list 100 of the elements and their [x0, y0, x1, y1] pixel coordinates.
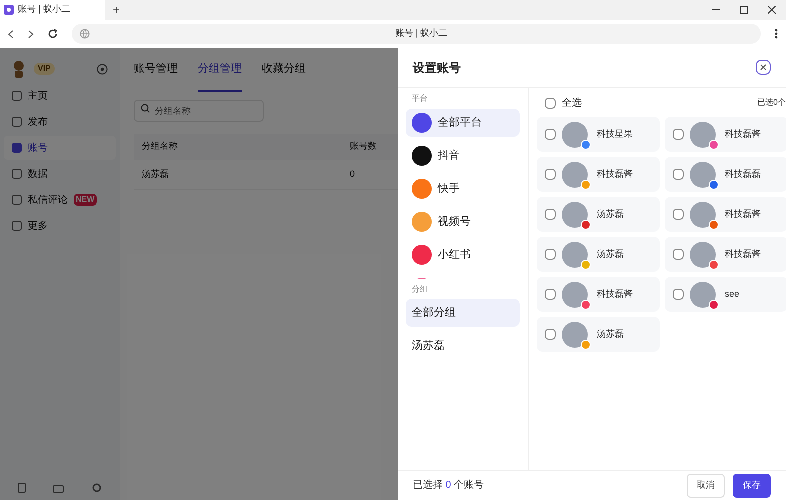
platform-logo-icon: [412, 146, 432, 166]
nav-item[interactable]: 私信评论 NEW: [4, 188, 116, 212]
checkbox[interactable]: [673, 209, 684, 220]
checkbox[interactable]: [545, 249, 556, 260]
nav-icon: [12, 221, 22, 231]
section-label: 平台: [411, 93, 429, 105]
checkbox[interactable]: [673, 249, 684, 260]
forward-icon[interactable]: [28, 30, 34, 38]
platform-item[interactable]: 小红书: [406, 241, 520, 269]
account-card[interactable]: see: [665, 277, 786, 312]
platform-item[interactable]: 抖音: [406, 142, 520, 170]
account-card[interactable]: 科技磊磊: [665, 157, 786, 192]
cancel-button[interactable]: 取消: [687, 474, 725, 498]
checkbox[interactable]: [545, 289, 556, 300]
group-item[interactable]: 汤苏磊: [406, 332, 520, 360]
avatar-icon[interactable]: [12, 60, 26, 78]
account-card[interactable]: 科技磊酱: [665, 117, 786, 152]
search-icon: [141, 104, 150, 113]
section-label: 分组: [411, 284, 429, 296]
account-name: 科技磊酱: [725, 208, 761, 221]
account-card[interactable]: 汤苏磊: [537, 237, 660, 272]
tab[interactable]: 分组管理: [198, 48, 242, 92]
drawer-title: 设置账号: [413, 60, 461, 76]
nav-item[interactable]: 更多: [4, 214, 116, 238]
checkbox[interactable]: [673, 169, 684, 180]
new-tag: NEW: [74, 194, 97, 206]
avatar: [690, 242, 716, 268]
avatar: [562, 322, 588, 348]
avatar: [562, 202, 588, 228]
nav-item[interactable]: 发布: [4, 110, 116, 134]
platform-logo-icon: [412, 212, 432, 232]
target-icon[interactable]: [97, 64, 108, 74]
avatar: [690, 202, 716, 228]
maximize-icon[interactable]: [740, 6, 748, 14]
checkbox[interactable]: [545, 209, 556, 220]
save-button[interactable]: 保存: [733, 474, 771, 498]
more-icon[interactable]: [775, 29, 778, 39]
address-bar[interactable]: 账号 | 蚁小二: [72, 24, 761, 44]
table-cell-text: 汤苏磊: [142, 168, 170, 181]
account-card[interactable]: 汤苏磊: [537, 197, 660, 232]
tab[interactable]: 收藏分组: [262, 48, 306, 92]
account-name: 科技磊酱: [597, 288, 633, 301]
checkbox[interactable]: [673, 129, 684, 140]
account-card[interactable]: 汤苏磊: [537, 317, 660, 352]
group-item[interactable]: 全部分组: [406, 299, 520, 327]
selected-count: 已选0个: [758, 97, 786, 109]
account-name: 汤苏磊: [597, 208, 624, 221]
nav-item[interactable]: 账号: [4, 136, 116, 160]
account-name: 汤苏磊: [597, 248, 624, 261]
phone-icon[interactable]: [18, 483, 26, 493]
selection-summary: 已选择 0 个账号: [413, 478, 484, 493]
account-card[interactable]: 科技磊酱: [665, 237, 786, 272]
nav-icon: [12, 143, 22, 153]
back-icon[interactable]: [8, 30, 14, 38]
account-name: 科技磊酱: [725, 248, 761, 261]
checkbox[interactable]: [545, 129, 556, 140]
account-name: 科技磊酱: [597, 168, 633, 181]
nav-item[interactable]: 数据: [4, 162, 116, 186]
account-card[interactable]: 科技磊酱: [537, 277, 660, 312]
account-name: see: [725, 288, 740, 301]
account-card[interactable]: 科技磊酱: [537, 157, 660, 192]
reload-icon[interactable]: [48, 29, 58, 39]
search-field[interactable]: 分组名称: [134, 100, 264, 122]
nav-icon: [12, 195, 22, 205]
avatar: [690, 282, 716, 308]
account-name: 科技星果: [597, 128, 633, 141]
browser-tab[interactable]: 账号 | 蚁小二: [0, 0, 105, 20]
tab[interactable]: 账号管理: [134, 48, 178, 92]
vip-badge: VIP: [34, 63, 55, 75]
platform-logo-icon: [412, 113, 432, 133]
column-header: 分组名称: [142, 140, 179, 154]
platform-item[interactable]: 视频号: [406, 208, 520, 236]
avatar: [562, 242, 588, 268]
checkbox[interactable]: [545, 98, 556, 108]
account-name: 汤苏磊: [597, 328, 624, 341]
avatar: [562, 162, 588, 188]
platform-logo-icon: [412, 179, 432, 199]
close-icon[interactable]: [756, 60, 771, 75]
select-all-label: 全选: [562, 96, 582, 110]
avatar: [562, 122, 588, 148]
nav-icon: [12, 169, 22, 179]
account-card[interactable]: 科技星果: [537, 117, 660, 152]
nav-icon: [12, 91, 22, 101]
platform-item[interactable]: 快手: [406, 175, 520, 203]
close-icon[interactable]: [768, 6, 776, 14]
avatar: [562, 282, 588, 308]
app-logo-icon: [4, 5, 14, 15]
column-header: 账号数: [350, 140, 377, 154]
new-tab-button[interactable]: +: [113, 1, 120, 19]
nav-item[interactable]: 主页: [4, 84, 116, 108]
avatar: [690, 162, 716, 188]
platform-logo-icon: [412, 245, 432, 265]
checkbox[interactable]: [545, 329, 556, 340]
platform-item[interactable]: 全部平台: [406, 109, 520, 137]
account-name: 科技磊磊: [725, 168, 761, 181]
avatar: [690, 122, 716, 148]
checkbox[interactable]: [545, 169, 556, 180]
checkbox[interactable]: [673, 289, 684, 300]
account-name: 科技磊酱: [725, 128, 761, 141]
account-card[interactable]: 科技磊酱: [665, 197, 786, 232]
